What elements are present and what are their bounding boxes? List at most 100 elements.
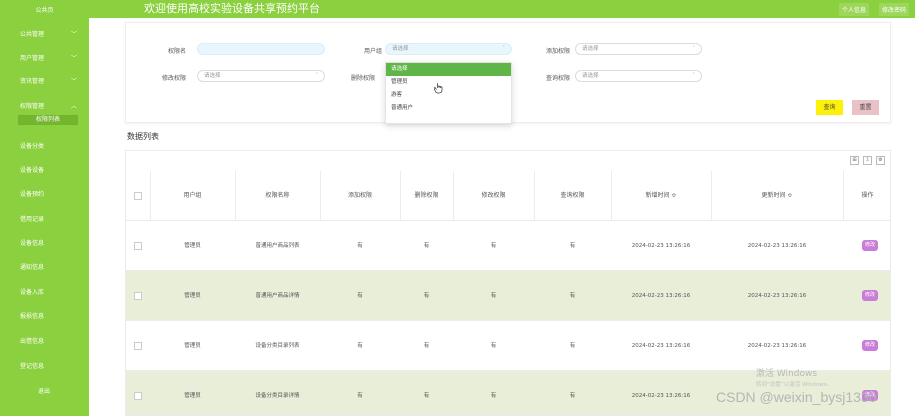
dropdown-option[interactable]: 管理员 (386, 76, 511, 89)
cell-delete: 有 (423, 243, 430, 249)
sidebar-item-device-info[interactable]: 设备信息 (0, 238, 89, 250)
cell-delete: 有 (423, 293, 430, 299)
edit-button[interactable]: 修改 (862, 340, 878, 351)
dropdown-option[interactable]: 普通用户 (386, 102, 511, 115)
chevron-down-icon: ˇ (315, 73, 318, 79)
cell-updated-time: 2024-02-23 13:26:16 (747, 243, 807, 249)
table-row: 管理员 普通用户商品列表 有 有 有 有 2024-02-23 13:26:16… (126, 221, 890, 271)
permission-name-label: 权限名 (167, 48, 186, 55)
sidebar-item-stock-in[interactable]: 设备入库 (0, 287, 89, 299)
header-permission-name: 权限名称 (265, 192, 290, 199)
sidebar-item-registration[interactable]: 登记信息 (0, 361, 89, 373)
permission-name-input[interactable] (197, 43, 325, 55)
change-password-button[interactable]: 修改密码 (878, 3, 909, 16)
sidebar-item-public[interactable]: 公共管理 ﹀ (0, 29, 89, 41)
cell-user-group: 管理员 (184, 293, 201, 299)
table-row: 管理员 普通用户商品详情 有 有 有 有 2024-02-23 13:26:16… (126, 271, 890, 321)
edit-permission-select[interactable]: 请选择 ˇ (197, 70, 325, 82)
list-title: 数据列表 (127, 132, 159, 141)
sidebar-item-label: 退出 (38, 388, 51, 395)
delete-permission-label: 删除权限 (350, 75, 375, 82)
sidebar-subitem-permission-list[interactable]: 权限列表 (18, 115, 78, 125)
cell-updated-time: 2024-02-23 13:26:16 (747, 343, 807, 349)
cell-add: 有 (357, 393, 363, 399)
cell-query: 有 (569, 293, 576, 299)
sidebar-item-lending[interactable]: 出借信息 (0, 336, 89, 348)
edit-button[interactable]: 修改 (862, 290, 878, 301)
row-checkbox[interactable] (134, 242, 142, 250)
select-all-checkbox[interactable] (134, 192, 142, 200)
sidebar-item-damage-reports[interactable]: 报损信息 (0, 311, 89, 323)
cell-add: 有 (357, 293, 363, 299)
cell-edit: 有 (490, 343, 497, 349)
print-icon[interactable]: ⚙ (876, 156, 885, 165)
columns-icon[interactable]: ⊞ (850, 156, 859, 165)
windows-activation-hint: 转到“设置”以激活 Windows。 (756, 382, 832, 388)
chevron-down-icon: ˇ (692, 73, 695, 79)
sidebar-item-label: 资讯管理 (20, 78, 45, 85)
user-group-select-value: 请选择 (392, 46, 409, 52)
sidebar-item-label: 设备入库 (20, 289, 45, 296)
row-checkbox[interactable] (134, 292, 142, 300)
reset-button[interactable]: 重置 (852, 100, 879, 115)
query-permission-label: 查询权限 (545, 75, 570, 82)
dropdown-option[interactable]: 游客 (386, 89, 511, 102)
cell-delete: 有 (423, 343, 430, 349)
cell-delete: 有 (423, 393, 430, 399)
sidebar-item-label: 权限管理 (20, 103, 45, 110)
export-icon[interactable]: ⇩ (863, 156, 872, 165)
cell-permission-name: 设备分类目录列表 (255, 343, 300, 349)
cell-updated-time: 2024-02-23 13:26:16 (747, 293, 807, 299)
sidebar-item-borrow-records[interactable]: 借用记录 (0, 214, 89, 226)
user-group-select[interactable]: 请选择 ˆ (385, 43, 512, 55)
sidebar-item-notices[interactable]: 通知信息 (0, 262, 89, 274)
cell-user-group: 管理员 (184, 343, 201, 349)
hand-cursor-icon (434, 83, 443, 94)
header-actions: 操作 (861, 192, 874, 199)
cell-user-group: 管理员 (184, 243, 201, 249)
dropdown-option[interactable]: 请选择 (386, 63, 511, 76)
cell-query: 有 (569, 393, 576, 399)
cell-query: 有 (569, 343, 576, 349)
sidebar-item-label: 通知信息 (20, 264, 45, 271)
row-checkbox[interactable] (134, 392, 142, 400)
chevron-down-icon: ﹀ (70, 78, 77, 85)
header-updated-time[interactable]: 更新时间 ≎ (711, 171, 843, 221)
cell-edit: 有 (490, 393, 497, 399)
add-permission-select[interactable]: 请选择 ˇ (575, 43, 702, 55)
top-left-label: 公共页 (35, 6, 54, 14)
top-bar: 公共页 欢迎使用高校实验设备共享预约平台 个人信息 修改密码 (0, 0, 915, 18)
profile-button[interactable]: 个人信息 (838, 3, 869, 16)
sidebar-item-users[interactable]: 用户管理 ﹀ (0, 53, 89, 65)
sidebar-item-device-category[interactable]: 设备分类 (0, 141, 89, 153)
sidebar-item-news[interactable]: 资讯管理 ﹀ (0, 76, 89, 88)
row-checkbox[interactable] (134, 342, 142, 350)
sidebar-item-label: 用户管理 (20, 55, 45, 62)
add-permission-label: 添加权限 (545, 48, 570, 55)
header-add: 添加权限 (347, 192, 372, 199)
sidebar-item-permissions[interactable]: 权限管理 ︿ (0, 101, 89, 113)
table-header-row: 用户组 权限名称 添加权限 删除权限 修改权限 查询权限 新增时间 ≎ 更新时间… (126, 171, 890, 221)
sidebar-item-label: 设备预约 (20, 191, 45, 198)
csdn-watermark: CSDN @weixin_bysj1330 (716, 389, 877, 405)
edit-permission-select-value: 请选择 (204, 73, 221, 79)
header-edit: 修改权限 (481, 192, 506, 199)
sidebar: 公共管理 ﹀ 用户管理 ﹀ 资讯管理 ﹀ 权限管理 ︿ 权限列表 设备分类 设备设备 设… (0, 18, 89, 416)
cell-created-time: 2024-02-23 13:26:16 (631, 293, 691, 299)
header-created-time[interactable]: 新增时间 ≎ (611, 171, 711, 221)
edit-permission-label: 修改权限 (161, 75, 186, 82)
query-button[interactable]: 查询 (816, 100, 843, 115)
sidebar-item-devices[interactable]: 设备设备 (0, 165, 89, 177)
edit-button[interactable]: 修改 (862, 240, 878, 251)
query-permission-select[interactable]: 请选择 ˇ (575, 70, 702, 82)
cell-add: 有 (357, 343, 363, 349)
sidebar-item-logout[interactable]: 退出 (0, 386, 89, 398)
sidebar-item-label: 设备分类 (20, 143, 45, 150)
cell-user-group: 管理员 (184, 393, 201, 399)
cell-permission-name: 设备分类目录详情 (255, 393, 300, 399)
sidebar-item-label: 出借信息 (20, 338, 45, 345)
cell-created-time: 2024-02-23 13:26:16 (631, 343, 691, 349)
cell-query: 有 (569, 243, 576, 249)
top-buttons: 个人信息 修改密码 (838, 3, 909, 16)
sidebar-item-reservations[interactable]: 设备预约 (0, 189, 89, 201)
